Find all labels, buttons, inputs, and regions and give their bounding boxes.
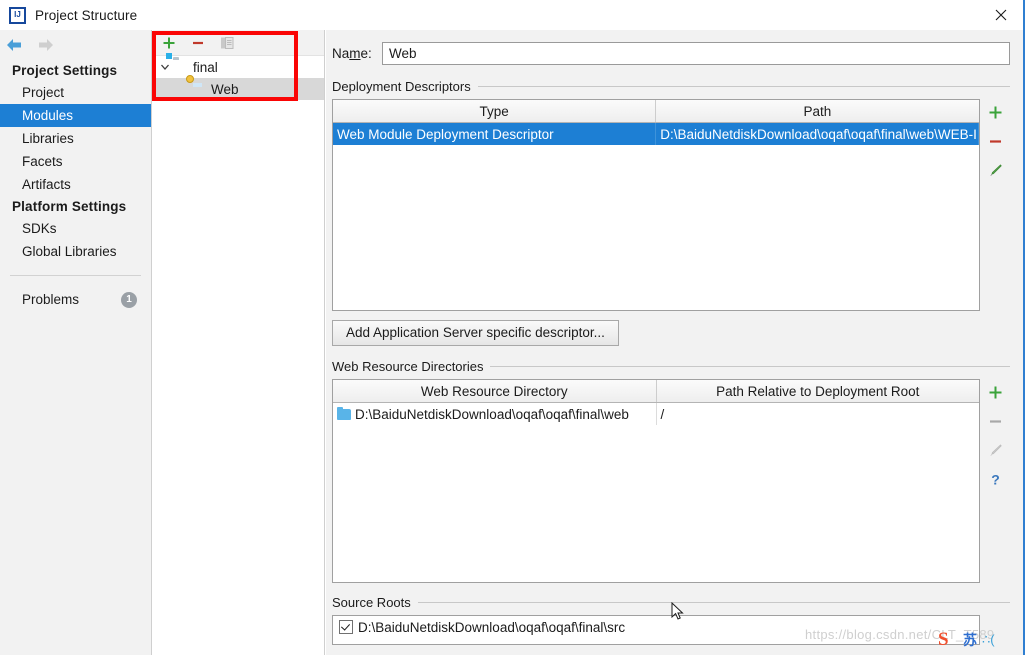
chevron-down-icon[interactable] bbox=[157, 59, 173, 75]
arrow-left-icon[interactable] bbox=[6, 38, 23, 52]
pencil-icon bbox=[987, 442, 1004, 459]
arrow-right-icon bbox=[37, 38, 54, 52]
module-settings-pane: Name: Deployment Descriptors Type Path bbox=[326, 30, 1023, 655]
sidebar-item-facets[interactable]: Facets bbox=[0, 150, 151, 173]
source-roots-section-header: Source Roots bbox=[332, 595, 1010, 610]
column-header-relative-path[interactable]: Path Relative to Deployment Root bbox=[656, 380, 979, 403]
cell-relative-path: / bbox=[660, 406, 665, 422]
tree-node-label: final bbox=[193, 59, 218, 75]
tree-node-web[interactable]: Web bbox=[153, 78, 324, 100]
sidebar-item-project[interactable]: Project bbox=[0, 81, 151, 104]
source-roots-toolbar bbox=[980, 615, 1010, 645]
deployment-descriptors-table[interactable]: Type Path Web Module Deployment Descript… bbox=[332, 99, 980, 311]
plus-icon[interactable] bbox=[161, 35, 177, 51]
sidebar-item-artifacts[interactable]: Artifacts bbox=[0, 173, 151, 196]
sidebar-item-modules[interactable]: Modules bbox=[0, 104, 151, 127]
table-row[interactable]: D:\BaiduNetdiskDownload\oqaf\oqaf\final\… bbox=[333, 616, 979, 638]
table-row[interactable]: Web Module Deployment Descriptor D:\Baid… bbox=[333, 122, 979, 145]
checkbox-icon[interactable] bbox=[339, 619, 353, 634]
sidebar-divider bbox=[10, 275, 141, 276]
column-header-web-resource-directory[interactable]: Web Resource Directory bbox=[333, 380, 657, 403]
module-name-input[interactable] bbox=[382, 41, 1010, 65]
modules-tree-toolbar bbox=[153, 30, 324, 56]
minus-icon[interactable] bbox=[190, 35, 206, 51]
sidebar-item-global-libraries[interactable]: Global Libraries bbox=[0, 240, 151, 263]
section-divider bbox=[417, 602, 1010, 603]
module-icon bbox=[173, 59, 189, 75]
minus-icon bbox=[987, 413, 1004, 430]
source-roots-block: D:\BaiduNetdiskDownload\oqaf\oqaf\final\… bbox=[332, 615, 1010, 645]
source-roots-table[interactable]: D:\BaiduNetdiskDownload\oqaf\oqaf\final\… bbox=[332, 615, 980, 645]
question-mark-icon[interactable]: ? bbox=[987, 471, 1004, 488]
add-app-server-descriptor-row: Add Application Server specific descript… bbox=[332, 320, 1010, 346]
close-icon[interactable] bbox=[979, 0, 1023, 29]
web-resource-directories-section-header: Web Resource Directories bbox=[332, 359, 1010, 374]
module-name-row: Name: bbox=[332, 40, 1010, 66]
tree-node-final[interactable]: final bbox=[153, 56, 324, 78]
section-label: Web Resource Directories bbox=[332, 359, 484, 374]
sidebar-item-sdks[interactable]: SDKs bbox=[0, 217, 151, 240]
folder-icon bbox=[337, 406, 351, 420]
sidebar-item-libraries[interactable]: Libraries bbox=[0, 127, 151, 150]
cell-type: Web Module Deployment Descriptor bbox=[333, 122, 657, 145]
column-header-type[interactable]: Type bbox=[333, 100, 657, 123]
intellij-idea-icon bbox=[9, 6, 26, 24]
sidebar-item-problems[interactable]: Problems 1 bbox=[0, 288, 151, 311]
web-resource-directories-toolbar: ? bbox=[980, 379, 1010, 583]
settings-sidebar: Project Settings Project Modules Librari… bbox=[0, 30, 152, 655]
title-bar: Project Structure bbox=[0, 0, 1023, 30]
problems-count-badge: 1 bbox=[121, 291, 137, 308]
section-label: Deployment Descriptors bbox=[332, 79, 471, 94]
pencil-icon[interactable] bbox=[987, 162, 1004, 179]
deployment-descriptors-block: Type Path Web Module Deployment Descript… bbox=[332, 99, 1010, 311]
tree-node-label: Web bbox=[211, 81, 239, 97]
cell-path: D:\BaiduNetdiskDownload\oqaf\oqaf\final\… bbox=[655, 122, 979, 145]
sidebar-group-project-settings: Project Settings bbox=[12, 63, 118, 78]
add-application-server-descriptor-button[interactable]: Add Application Server specific descript… bbox=[332, 320, 619, 346]
web-facet-icon bbox=[191, 81, 207, 97]
plus-icon[interactable] bbox=[987, 384, 1004, 401]
deployment-descriptors-toolbar bbox=[980, 99, 1010, 311]
cell-directory: D:\BaiduNetdiskDownload\oqaf\oqaf\final\… bbox=[333, 402, 657, 425]
svg-text:?: ? bbox=[991, 472, 1000, 488]
minus-icon[interactable] bbox=[987, 133, 1004, 150]
copy-icon bbox=[219, 35, 235, 51]
sidebar-group-platform-settings: Platform Settings bbox=[12, 199, 127, 214]
cell-source-root: D:\BaiduNetdiskDownload\oqaf\oqaf\final\… bbox=[333, 616, 979, 638]
section-divider bbox=[490, 366, 1010, 367]
web-resource-directories-block: Web Resource Directory Path Relative to … bbox=[332, 379, 1010, 583]
sidebar-item-label: Problems bbox=[22, 292, 80, 307]
navigation-arrows bbox=[0, 30, 151, 60]
deployment-descriptors-section-header: Deployment Descriptors bbox=[332, 79, 1010, 94]
column-header-path[interactable]: Path bbox=[655, 100, 979, 123]
project-structure-dialog: Project Structure Project Settings Proje… bbox=[0, 0, 1025, 655]
window-title: Project Structure bbox=[35, 7, 138, 23]
plus-icon[interactable] bbox=[987, 104, 1004, 121]
module-name-label: Name: bbox=[332, 45, 372, 61]
section-label: Source Roots bbox=[332, 595, 411, 610]
web-resource-directories-table[interactable]: Web Resource Directory Path Relative to … bbox=[332, 379, 980, 583]
section-divider bbox=[477, 86, 1010, 87]
table-row[interactable]: D:\BaiduNetdiskDownload\oqaf\oqaf\final\… bbox=[333, 402, 979, 425]
table-header-row: Type Path bbox=[333, 100, 979, 123]
table-header-row: Web Resource Directory Path Relative to … bbox=[333, 380, 979, 403]
modules-tree-panel: final Web bbox=[153, 30, 325, 655]
